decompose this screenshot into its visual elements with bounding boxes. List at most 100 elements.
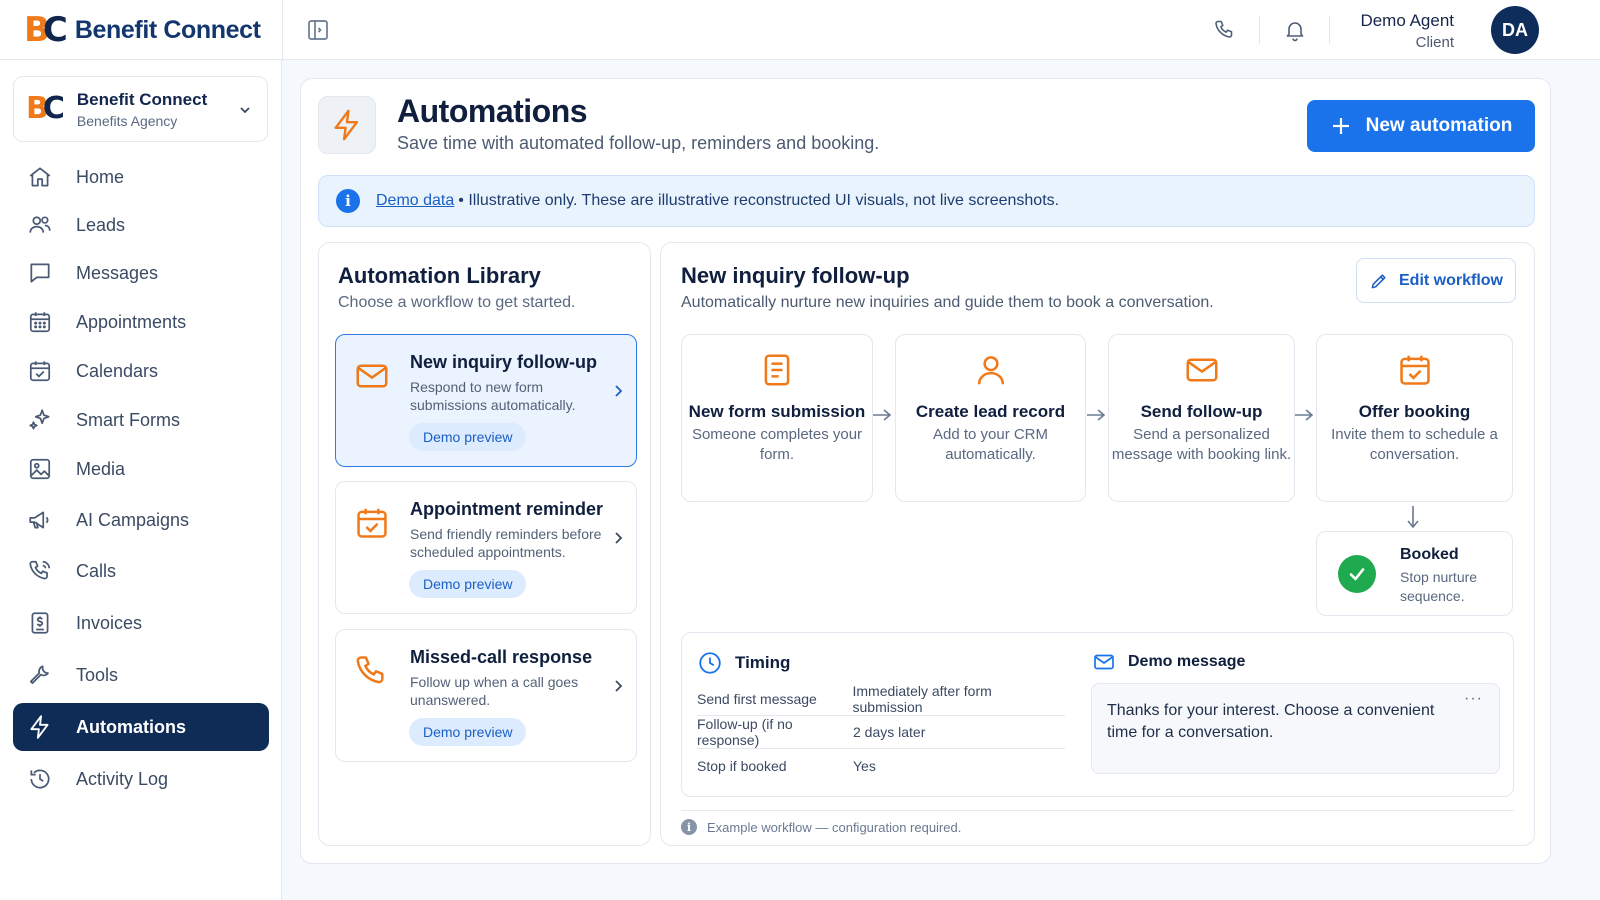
calendar-grid-icon [29,312,51,333]
envelope-icon [1185,358,1218,382]
demo-data-link[interactable]: Demo data [376,192,454,210]
phone-icon[interactable] [1213,18,1237,42]
workflow-detail: New inquiry follow-up Automatically nurt… [660,242,1535,846]
phone-icon [356,656,384,684]
clock-icon [699,652,721,674]
sidebar-item-label: Appointments [76,311,187,332]
sidebar-toggle-icon[interactable] [306,18,330,42]
phone-icon [29,560,51,580]
info-icon: i [336,189,360,213]
workflow-title: New inquiry follow-up [681,263,910,288]
avatar[interactable]: DA [1491,6,1539,54]
sidebar-item-label: Messages [76,262,159,283]
library-item-desc: Send friendly reminders before scheduled… [410,526,602,560]
org-name: Benefit Connect [76,89,208,109]
invoice-icon [31,612,49,634]
sidebar-item-calendars[interactable]: Calendars [13,347,269,395]
sidebar-item-automations[interactable]: Automations [13,703,269,751]
demo-preview-badge[interactable]: Demo preview [409,718,527,746]
sidebar-item-tools[interactable]: Tools [13,651,269,699]
timing-key: Send first message [697,691,817,707]
megaphone-icon [29,511,49,529]
new-automation-button[interactable]: New automation [1307,100,1535,152]
page-subtitle: Save time with automated follow-up, remi… [397,133,880,153]
user-name: Demo Agent [1360,11,1454,30]
timing-value: Immediately after form submission [852,683,992,715]
sidebar-item-label: Calendars [76,360,159,381]
home-icon [29,167,51,187]
sidebar-item-media[interactable]: Media [13,445,269,493]
message-preview: Thanks for your interest. Choose a conve… [1091,683,1500,774]
sidebar-item-label: Calls [76,560,117,581]
step-title: New form submission [688,402,866,421]
workflow-settings: Timing Send first message Immediately af… [681,632,1514,797]
message-title: Demo message [1128,653,1246,670]
library-item-appointment-reminder[interactable]: Appointment reminder Send friendly remin… [335,481,637,614]
sidebar-item-label: Leads [76,214,126,235]
plus-icon [1332,118,1349,134]
sidebar-item-home[interactable]: Home [13,153,269,201]
sidebar-item-activity-log[interactable]: Activity Log [13,755,269,803]
timing-title: Timing [735,653,791,672]
sidebar-item-calls[interactable]: Calls [13,547,269,595]
chevron-right-icon [615,532,623,544]
demo-preview-badge[interactable]: Demo preview [409,423,527,451]
timing-row: Send first message Immediately after for… [697,683,1065,716]
sidebar-item-label: AI Campaigns [76,509,190,530]
library-title: Automation Library [338,263,541,288]
step-title: Create lead record [915,402,1066,421]
user-menu[interactable]: Demo Agent Client [1360,11,1454,51]
library-item-desc: Follow up when a call goes unanswered. [410,674,579,708]
check-circle-icon [1338,555,1376,593]
arrow-right-icon [1087,409,1106,421]
sidebar-item-label: Invoices [76,612,143,633]
library-item-new-inquiry[interactable]: New inquiry follow-up Respond to new for… [335,334,637,467]
sidebar-item-invoices[interactable]: Invoices [13,599,269,647]
history-icon [30,769,50,789]
timing-value: 2 days later [853,724,926,740]
workflow-step[interactable]: Send follow-up Send a personalized messa… [1108,334,1295,502]
sidebar-item-messages[interactable]: Messages [13,249,269,297]
lightning-icon [318,96,376,154]
chevron-right-icon [615,385,623,397]
message-text: Thanks for your interest. Choose a conve… [1107,702,1435,741]
timing-row: Stop if booked Yes [697,749,1065,782]
sidebar-item-appointments[interactable]: Appointments [13,298,269,346]
demo-preview-badge[interactable]: Demo preview [409,570,527,598]
banner-text: • Illustrative only. These are illustrat… [458,192,1060,209]
booked-step[interactable]: Booked Stop nurture sequence. [1316,531,1513,616]
library-item-missed-call[interactable]: Missed-call response Follow up when a ca… [335,629,637,762]
top-bar: BC Benefit Connect Demo Agent Client DA [0,0,1600,60]
arrow-right-icon [873,409,892,421]
brand-logo: BC [24,10,68,50]
edit-workflow-label: Edit workflow [1399,271,1503,289]
brand[interactable]: BC Benefit Connect [24,12,261,48]
more-options-icon[interactable]: ··· [1464,688,1483,710]
org-subtitle: Benefits Agency [76,112,178,129]
envelope-icon [1094,654,1114,670]
divider [282,0,283,60]
sidebar-item-smart-forms[interactable]: Smart Forms [13,396,269,444]
org-switcher[interactable]: BC Benefit Connect Benefits Agency [13,76,268,142]
image-icon [29,458,51,480]
step-title: Offer booking [1358,402,1471,421]
edit-workflow-button[interactable]: Edit workflow [1356,258,1516,303]
workflow-step[interactable]: New form submission Someone completes yo… [681,334,873,502]
workflow-subtitle: Automatically nurture new inquiries and … [681,294,1214,311]
sidebar-item-label: Automations [76,716,186,737]
bell-icon[interactable] [1283,18,1307,42]
sidebar-item-leads[interactable]: Leads [13,201,269,249]
workflow-step[interactable]: Offer booking Invite them to schedule a … [1316,334,1513,502]
sidebar-item-label: Activity Log [76,768,169,789]
envelope-icon [356,364,388,388]
divider [681,810,1514,811]
booked-title: Booked [1400,546,1459,563]
library-subtitle: Choose a workflow to get started. [338,294,576,311]
library-item-title: Missed-call response [410,647,593,667]
form-icon [764,354,790,386]
step-desc: Someone completes your form. [691,426,863,463]
sidebar: BC Benefit Connect Benefits Agency Home … [0,60,282,900]
timing-key: Follow-up (if no response) [697,716,793,748]
sidebar-item-ai-campaigns[interactable]: AI Campaigns [13,496,269,544]
workflow-step[interactable]: Create lead record Add to your CRM autom… [895,334,1086,502]
